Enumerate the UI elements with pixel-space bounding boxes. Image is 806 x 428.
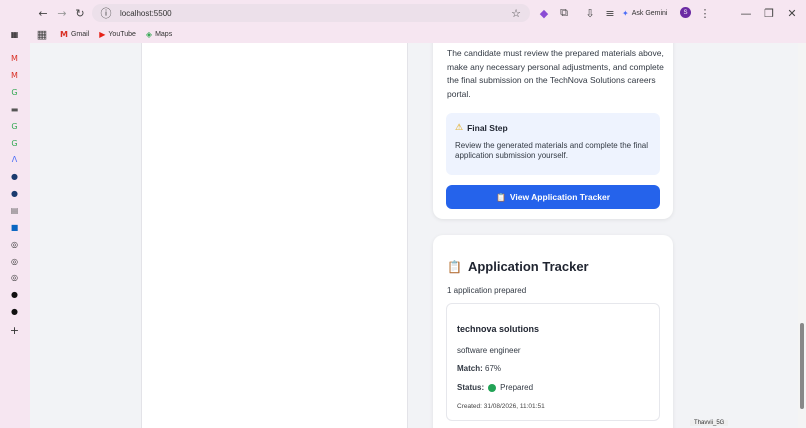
warning-icon: ⚠	[455, 123, 464, 133]
app-icon[interactable]: ●	[8, 187, 21, 200]
media-icon[interactable]: ≡	[602, 5, 618, 21]
final-step-text: Review the generated materials and compl…	[455, 141, 648, 160]
gmail-icon: M	[60, 30, 68, 39]
status-value: Prepared	[500, 383, 534, 392]
ask-gemini-button[interactable]: ✦ Ask Gemini	[622, 5, 668, 21]
tracker-count: 1 application prepared	[447, 286, 527, 295]
created-timestamp: Created: 31/08/2026, 11:01:51	[457, 403, 545, 410]
final-step-title-text: Final Step	[467, 123, 508, 133]
google-icon[interactable]: G	[8, 137, 21, 150]
bookmark-gmail[interactable]: M Gmail	[60, 30, 89, 39]
side-panel: ☰ ▦ M M G ▬ G G Λ ● ● ▤ ■ ◎ ◎ ◎ ● ● +	[0, 0, 30, 428]
match-value: 67%	[485, 364, 502, 373]
menu-icon[interactable]: ⋮	[697, 5, 713, 21]
browser-toolbar: ← → ↻ ⓘ localhost:5500 ☆ ◆ ⧉ ⇩ ≡ ✦ Ask G…	[0, 0, 806, 26]
bookmark-label: Gmail	[70, 31, 90, 38]
gmail-icon[interactable]: M	[8, 69, 21, 82]
match-label: Match:	[457, 364, 483, 373]
back-icon[interactable]: ←	[35, 5, 51, 21]
github-icon[interactable]: ●	[8, 305, 21, 318]
maps-icon: ◈	[145, 30, 153, 39]
avatar[interactable]: S	[680, 7, 691, 18]
youtube-icon: ▶	[99, 30, 106, 39]
close-icon[interactable]: ✕	[784, 5, 800, 21]
tracker-title: 📋 Application Tracker	[447, 259, 589, 274]
url-text: localhost:5500	[120, 8, 172, 18]
restore-icon[interactable]: ❐	[761, 5, 777, 21]
ask-gemini-label: Ask Gemini	[631, 9, 668, 17]
download-icon[interactable]: ⇩	[582, 5, 598, 21]
final-step-callout: ⚠ Final Step Review the generated materi…	[446, 113, 660, 175]
match-score: Match: 67%	[457, 364, 501, 373]
scrollbar-thumb[interactable]	[800, 323, 804, 409]
app-icon[interactable]: Λ	[8, 153, 21, 166]
apps-icon[interactable]: ▦	[34, 27, 50, 43]
application-tracker-card: 📋 Application Tracker 1 application prep…	[433, 235, 673, 428]
app-icon[interactable]: ●	[8, 170, 21, 183]
submission-description: The candidate must review the prepared m…	[447, 48, 664, 99]
status-label: Status:	[457, 383, 485, 392]
add-icon[interactable]: +	[8, 324, 21, 337]
company-name: technova solutions	[457, 324, 540, 334]
tab-grid-icon[interactable]: ▦	[8, 28, 21, 41]
bookmark-label: YouTube	[108, 31, 136, 38]
bookmark-star-icon[interactable]: ☆	[508, 5, 524, 21]
application-status: Status: Prepared	[457, 383, 533, 392]
view-application-tracker-button[interactable]: 📋 View Application Tracker	[446, 185, 660, 209]
google-icon[interactable]: G	[8, 86, 21, 99]
view-tracker-label: View Application Tracker	[509, 192, 611, 202]
minimize-icon[interactable]: —	[738, 5, 754, 21]
status-dot-icon	[488, 383, 497, 392]
forward-icon[interactable]: →	[54, 5, 70, 21]
job-role: software engineer	[457, 346, 521, 355]
clipboard-icon: 📋	[495, 192, 506, 202]
extension-icon[interactable]: ◆	[536, 5, 552, 21]
address-bar[interactable]: ⓘ localhost:5500 ☆	[92, 4, 530, 22]
chrome-icon[interactable]: ◎	[8, 238, 21, 251]
page-viewport: The candidate must review the prepared m…	[30, 43, 798, 428]
tracker-title-text: Application Tracker	[467, 259, 589, 274]
chrome-icon[interactable]: ◎	[8, 271, 21, 284]
application-item[interactable]: technova solutions software engineer Mat…	[446, 303, 660, 421]
puzzle-icon[interactable]: ⧉	[556, 5, 572, 21]
site-info-icon[interactable]: ⓘ	[98, 5, 114, 21]
avatar-initial: S	[683, 9, 688, 16]
gmail-icon[interactable]: M	[8, 52, 21, 65]
bookmark-maps[interactable]: ◈ Maps	[146, 30, 172, 39]
github-icon[interactable]: ●	[8, 288, 21, 301]
google-icon[interactable]: G	[8, 120, 21, 133]
gemini-icon: ✦	[622, 8, 629, 18]
submission-card: The candidate must review the prepared m…	[433, 43, 673, 219]
chart-icon[interactable]: ▤	[8, 204, 21, 217]
linkedin-icon[interactable]: ■	[8, 221, 21, 234]
left-panel	[141, 43, 408, 428]
chrome-icon[interactable]: ◎	[8, 255, 21, 268]
clipboard-icon: 📋	[447, 259, 462, 274]
reload-icon[interactable]: ↻	[72, 5, 88, 21]
final-step-title: ⚠ Final Step	[455, 123, 508, 133]
page-scrollbar[interactable]	[798, 43, 806, 428]
bookmark-label: Maps	[155, 31, 173, 38]
extension-icon[interactable]: ▬	[8, 103, 21, 116]
bookmark-youtube[interactable]: ▶ YouTube	[99, 30, 136, 39]
wifi-tooltip: Thavvii_5G	[690, 420, 729, 426]
bookmarks-bar: ▦ M Gmail ▶ YouTube ◈ Maps	[30, 26, 806, 43]
